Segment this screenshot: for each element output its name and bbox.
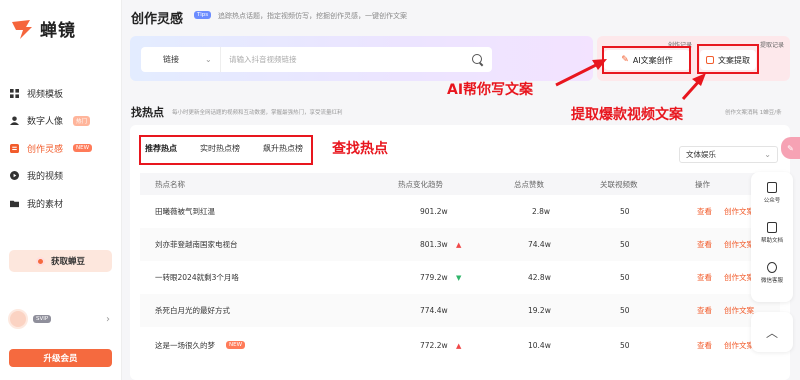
annotation-hot-text: 查找热点 (332, 141, 388, 157)
annotation-ai-text: AI帮你写文案 (447, 82, 534, 98)
annotation-extract-text: 提取爆款视频文案 (571, 107, 683, 123)
annotation-arrows (555, 59, 706, 101)
